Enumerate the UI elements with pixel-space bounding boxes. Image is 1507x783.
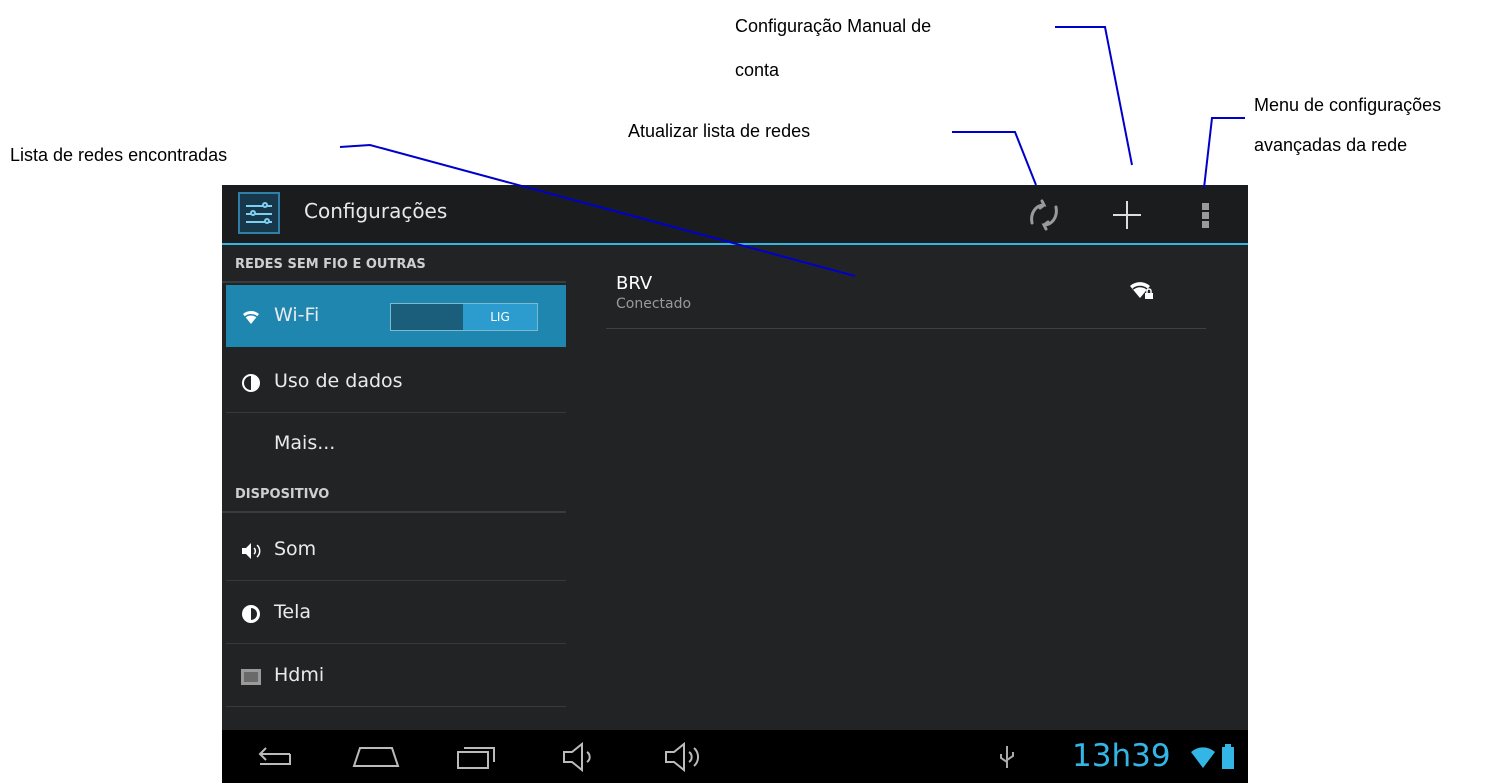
sidebar-item-more[interactable]: Mais... <box>226 413 566 475</box>
overflow-menu-icon[interactable] <box>1184 193 1228 237</box>
network-list: BRV Conectado <box>566 245 1248 730</box>
annotation-menu: Menu de configurações <box>1254 95 1442 115</box>
sidebar-item-label: Tela <box>274 601 311 623</box>
callout-line-menu <box>1203 117 1245 189</box>
network-ssid: BRV <box>616 273 653 294</box>
device-screen: Configurações REDES SEM FIO E OUTRAS Wi-… <box>222 185 1248 783</box>
divider <box>606 328 1206 329</box>
annotation-refresh: Atualizar lista de redes <box>628 121 811 141</box>
settings-sidebar: REDES SEM FIO E OUTRAS Wi-Fi LIG Uso de … <box>222 245 566 730</box>
wifi-locked-icon <box>1128 280 1153 299</box>
callout-line-refresh <box>952 131 1037 186</box>
sidebar-item-display[interactable]: Tela <box>226 582 566 644</box>
back-icon[interactable] <box>252 740 296 774</box>
sidebar-item-label: Hdmi <box>274 664 325 686</box>
refresh-icon[interactable] <box>1022 193 1066 237</box>
data-usage-icon <box>242 374 260 392</box>
add-icon[interactable] <box>1105 193 1149 237</box>
callout-line-manual-config <box>1055 26 1133 166</box>
page-title: Configurações <box>304 199 448 223</box>
sidebar-item-label: Wi-Fi <box>274 304 320 326</box>
display-brightness-icon <box>242 605 260 623</box>
wifi-toggle[interactable]: LIG <box>390 303 538 331</box>
speaker-icon <box>242 543 261 559</box>
volume-up-icon[interactable] <box>662 740 708 774</box>
sidebar-item-wifi[interactable]: Wi-Fi LIG <box>226 285 566 347</box>
sidebar-item-hdmi[interactable]: Hdmi <box>226 645 566 707</box>
sidebar-item-label: Som <box>274 538 317 560</box>
status-clock: 13h39 <box>1072 738 1171 774</box>
annotation-network-list: Lista de redes encontradas <box>10 145 228 165</box>
annotation-manual-config: Configuração Manual de <box>735 16 932 36</box>
wifi-toggle-state: LIG <box>463 304 537 330</box>
sidebar-item-label: Mais... <box>274 432 336 454</box>
annotation-manual-config-line2: conta <box>735 60 780 80</box>
wifi-icon <box>241 309 261 324</box>
usb-icon <box>1000 746 1014 768</box>
sidebar-item-sound[interactable]: Som <box>226 519 566 581</box>
recent-apps-icon[interactable] <box>454 740 500 774</box>
sidebar-item-data-usage[interactable]: Uso de dados <box>226 351 566 413</box>
system-bar: 13h39 <box>222 730 1248 783</box>
action-bar: Configurações <box>222 185 1248 245</box>
sidebar-item-label: Uso de dados <box>274 370 403 392</box>
home-icon[interactable] <box>350 740 402 774</box>
volume-down-icon[interactable] <box>560 740 600 774</box>
category-header-device: DISPOSITIVO <box>222 475 566 513</box>
hdmi-icon <box>241 669 261 685</box>
battery-icon <box>1222 744 1234 769</box>
network-status: Conectado <box>616 296 692 312</box>
settings-app-icon[interactable] <box>238 192 280 234</box>
wifi-icon <box>1191 747 1215 768</box>
category-header-wireless: REDES SEM FIO E OUTRAS <box>222 245 566 283</box>
annotation-menu-line2: avançadas da rede <box>1254 135 1408 155</box>
